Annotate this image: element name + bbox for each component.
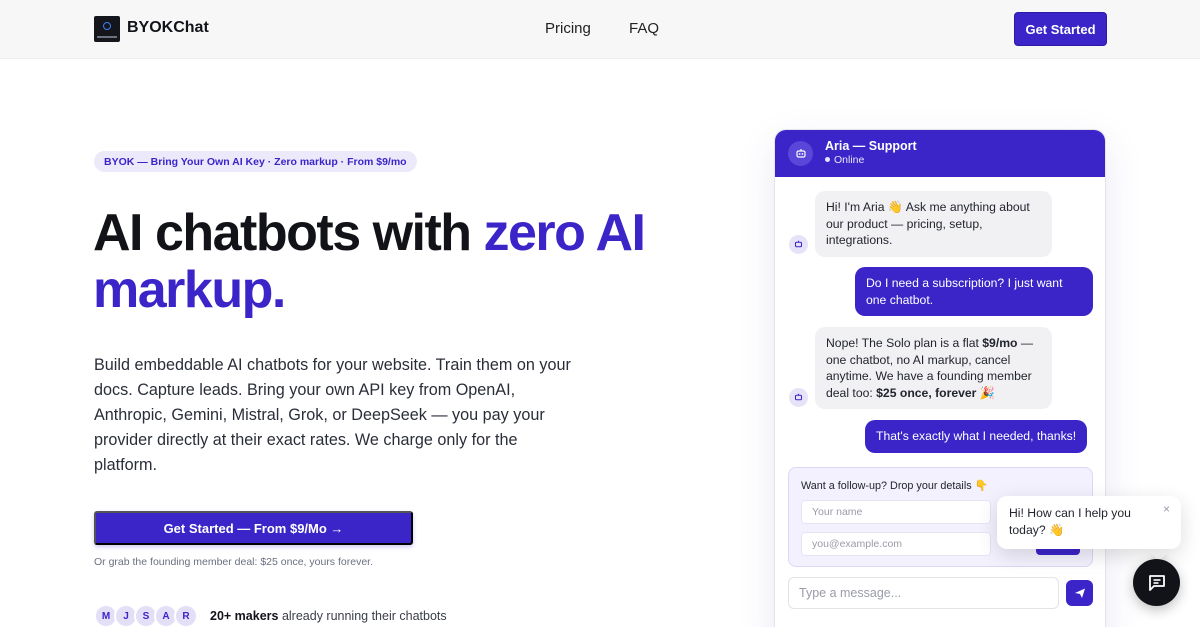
online-dot-icon <box>825 157 830 162</box>
maker-avatars: M J S A R <box>94 604 198 627</box>
makers-count-bold: 20+ makers <box>210 609 279 623</box>
chat-bubble-icon <box>1148 574 1165 591</box>
top-nav: BYOKChat Pricing FAQ Get Started <box>0 0 1200 59</box>
email-field[interactable]: you@example.com <box>801 532 991 556</box>
avatar: R <box>174 604 198 627</box>
headline-text: AI chatbots with <box>93 204 484 262</box>
greeting-popup-text: Hi! How can I help you today? 👋 <box>1009 506 1131 537</box>
chat-status: Online <box>825 154 864 166</box>
bot-message-text: 🎉 <box>976 385 995 400</box>
hero-description: Build embeddable AI chatbots for your we… <box>94 356 571 474</box>
user-message: Do I need a subscription? I just want on… <box>855 267 1093 316</box>
send-icon[interactable] <box>1066 580 1093 606</box>
chat-status-text: Online <box>834 154 865 166</box>
close-icon[interactable]: × <box>1163 502 1170 516</box>
headline-accent-2: markup. <box>93 261 286 319</box>
chat-launcher-button[interactable] <box>1133 559 1180 606</box>
hero-headline: AI chatbots with zero AI markup. <box>93 205 693 319</box>
makers-count-rest: already running their chatbots <box>278 609 447 623</box>
hero-badge: BYOK — Bring Your Own AI Key · Zero mark… <box>94 151 417 172</box>
lead-form-title: Want a follow-up? Drop your details 👇 <box>801 480 989 492</box>
bot-avatar-icon <box>789 388 808 407</box>
founding-member-note: Or grab the founding member deal: $25 on… <box>94 556 373 568</box>
bot-message-text: Nope! The Solo plan is a flat <box>826 336 983 350</box>
brand-logo-icon[interactable] <box>94 16 120 42</box>
user-message: That's exactly what I needed, thanks! <box>865 420 1088 453</box>
get-started-button[interactable]: Get Started <box>1014 12 1107 46</box>
bot-message-deal: $25 once, forever <box>876 385 977 400</box>
bot-message: Nope! The Solo plan is a flat $9/mo — on… <box>815 327 1052 409</box>
makers-count: 20+ makers already running their chatbot… <box>210 609 447 623</box>
chat-message-input[interactable]: Type a message... <box>788 577 1059 609</box>
name-field[interactable]: Your name <box>801 500 991 524</box>
bot-icon <box>788 141 813 166</box>
chat-widget: Aria — Support Online Hi! I'm Aria 👋 Ask… <box>774 129 1106 627</box>
chat-header: Aria — Support Online <box>775 130 1105 177</box>
nav-link-faq[interactable]: FAQ <box>629 20 659 37</box>
chat-bot-name: Aria — Support <box>825 139 917 153</box>
greeting-popup: Hi! How can I help you today? 👋 × <box>997 496 1181 549</box>
hero-get-started-button[interactable]: Get Started — From $9/Mo → <box>94 511 413 545</box>
bot-message-price: $9/mo <box>982 336 1018 350</box>
bot-message: Hi! I'm Aria 👋 Ask me anything about our… <box>815 191 1052 257</box>
bot-avatar-icon <box>789 235 808 254</box>
headline-accent: zero AI <box>483 204 646 262</box>
brand-name[interactable]: BYOKChat <box>127 19 209 37</box>
nav-link-pricing[interactable]: Pricing <box>545 20 591 37</box>
